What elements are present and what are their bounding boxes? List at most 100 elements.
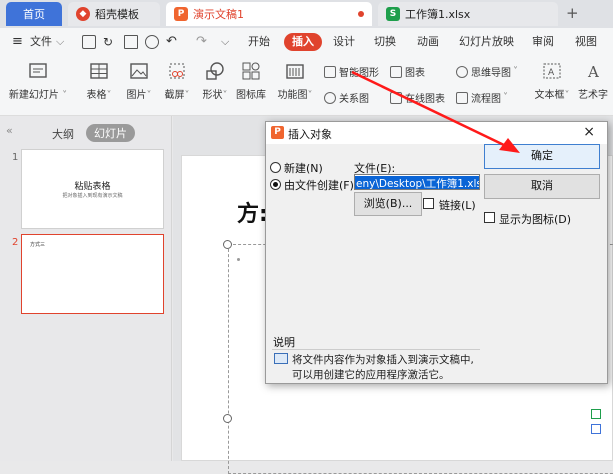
tab-outline[interactable]: 大纲 — [52, 126, 74, 142]
undo-history-icon[interactable]: ↻ — [103, 28, 113, 56]
svg-text:A: A — [587, 63, 599, 81]
smart-graphic-button[interactable]: 智能图形 — [324, 64, 379, 79]
smart-graphic-label: 智能图形 — [339, 68, 379, 79]
textbox-button[interactable]: A 文本框˅ — [532, 60, 572, 101]
menu-view[interactable]: 视图 — [575, 28, 597, 56]
art-text-button[interactable]: A 艺术字 — [578, 60, 613, 101]
mind-map-button[interactable]: 思维导图 ˅ — [456, 64, 518, 79]
picture-label: 图片 — [126, 90, 147, 101]
picture-button[interactable]: 图片˅ — [120, 60, 158, 101]
redo-icon[interactable]: ↷ — [196, 28, 207, 56]
close-icon[interactable]: × — [583, 124, 595, 140]
relation-chart-label: 关系图 — [339, 94, 369, 105]
file-menu-label: 文件 — [30, 35, 52, 48]
art-text-label: 艺术字 — [578, 90, 608, 101]
collapse-panel-icon[interactable]: « — [6, 124, 13, 137]
new-tab-plus-icon[interactable]: + — [566, 4, 579, 22]
textbox-label: 文本框 — [534, 90, 565, 101]
menu-insert[interactable]: 插入 — [284, 33, 322, 51]
customize-dropdown-icon[interactable]: ⌵ — [221, 28, 229, 56]
show-as-icon-checkbox[interactable] — [484, 212, 495, 223]
description-box: 将文件内容作为对象插入到演示文稿中, 可以用创建它的应用程序激活它。 — [272, 349, 480, 381]
chevron-down-icon: ˅ — [513, 66, 518, 77]
file-path-input[interactable]: eny\Desktop\工作簿1.xlsx — [354, 174, 480, 190]
new-slide-button[interactable]: 新建幻灯片 ˅ — [8, 60, 68, 101]
chevron-down-icon: ˅ — [222, 90, 228, 101]
table-button[interactable]: 表格˅ — [80, 60, 118, 101]
chevron-down-icon: ⌵ — [56, 35, 65, 48]
text-cursor-dot — [237, 258, 240, 261]
online-chart-label: 在线图表 — [405, 94, 445, 105]
side-picture-icon[interactable] — [591, 424, 601, 434]
chevron-down-icon: ˅ — [106, 90, 112, 101]
online-chart-button[interactable]: 在线图表 — [390, 90, 445, 105]
undo-icon[interactable]: ↶ — [166, 28, 177, 56]
spreadsheet-icon: S — [386, 7, 400, 21]
tab-slides[interactable]: 幻灯片 — [86, 124, 135, 142]
dialog-titlebar[interactable]: P 插入对象 × — [266, 122, 607, 144]
print-preview-icon[interactable] — [145, 35, 159, 49]
shape-button[interactable]: 形状˅ — [196, 60, 234, 101]
tab-docer-templates[interactable]: ◆ 稻壳模板 — [68, 2, 160, 26]
slide-thumbnail-1[interactable]: 粘贴表格 把对象插入到现有演示文稿 — [21, 149, 164, 229]
textbox-icon: A — [543, 63, 561, 79]
icon-library-icon — [242, 62, 260, 80]
chevron-down-icon: ˅ — [146, 90, 152, 101]
flowchart-icon — [456, 91, 468, 104]
chevron-down-icon: ˅ — [58, 90, 68, 101]
radio-create-from-file[interactable] — [270, 179, 281, 190]
chart-button[interactable]: 图表 — [390, 64, 425, 79]
link-label: 链接(L) — [439, 199, 476, 212]
dialog-title: 插入对象 — [288, 128, 332, 141]
function-chart-button[interactable]: 功能图˅ — [274, 60, 316, 101]
menu-home[interactable]: 开始 — [248, 28, 270, 56]
menu-animation[interactable]: 动画 — [417, 28, 439, 56]
docer-icon: ◆ — [76, 7, 90, 21]
link-checkbox[interactable] — [423, 198, 434, 209]
tab-bar: 首页 ◆ 稻壳模板 P 演示文稿1 S 工作簿1.xlsx + — [0, 0, 613, 28]
tab-docer-label: 稻壳模板 — [95, 8, 139, 21]
ok-button[interactable]: 确定 — [484, 144, 600, 169]
art-text-icon: A — [587, 63, 599, 81]
table-label: 表格 — [86, 90, 107, 101]
tab-home[interactable]: 首页 — [6, 2, 62, 26]
browse-button[interactable]: 浏览(B)... — [354, 192, 422, 216]
smart-graphic-icon — [324, 65, 336, 78]
menu-design[interactable]: 设计 — [333, 28, 355, 56]
file-path-value: eny\Desktop\工作簿1.xlsx — [355, 176, 479, 189]
tab-modified-dot-icon — [358, 11, 364, 17]
chevron-down-icon: ˅ — [307, 90, 313, 101]
relation-chart-button[interactable]: 关系图 — [324, 90, 369, 105]
new-slide-label: 新建幻灯片 — [8, 90, 59, 101]
tab-workbook1[interactable]: S 工作簿1.xlsx — [378, 2, 558, 26]
resize-handle[interactable] — [223, 414, 232, 423]
flowchart-label: 流程图 — [471, 94, 501, 105]
menu-transition[interactable]: 切换 — [374, 28, 396, 56]
hamburger-icon[interactable]: ≡ — [12, 28, 23, 56]
mind-map-label: 思维导图 — [471, 68, 511, 79]
screenshot-button[interactable]: 截屏˅ — [158, 60, 196, 101]
save-icon[interactable] — [82, 35, 96, 49]
show-as-icon-label: 显示为图标(D) — [499, 213, 572, 226]
menu-review[interactable]: 审阅 — [532, 28, 554, 56]
picture-icon — [130, 63, 148, 79]
radio-create-new-label: 新建(N) — [284, 162, 323, 175]
side-grid-icon[interactable] — [591, 409, 601, 419]
shape-label: 形状 — [202, 90, 223, 101]
icon-library-button[interactable]: 图标库 — [234, 60, 268, 101]
description-line-2: 可以用创建它的应用程序激活它。 — [292, 369, 450, 381]
file-menu[interactable]: 文件 ⌵ — [30, 28, 64, 56]
menu-slideshow[interactable]: 幻灯片放映 — [459, 28, 514, 56]
function-chart-label: 功能图 — [277, 90, 308, 101]
slide-thumbnail-2[interactable]: 方式三 — [21, 234, 164, 314]
resize-handle[interactable] — [223, 240, 232, 249]
flowchart-button[interactable]: 流程图 ˅ — [456, 90, 508, 105]
tab-workbook-label: 工作簿1.xlsx — [405, 8, 471, 21]
print-icon[interactable] — [124, 35, 138, 49]
chevron-down-icon: ˅ — [503, 92, 508, 103]
chevron-down-icon: ˅ — [564, 90, 570, 101]
radio-create-new[interactable] — [270, 162, 281, 173]
insert-object-dialog: P 插入对象 × 新建(N) 由文件创建(F) 文件(E): eny\Deskt… — [265, 121, 608, 384]
cancel-button[interactable]: 取消 — [484, 174, 600, 199]
tab-presentation1[interactable]: P 演示文稿1 — [166, 2, 372, 26]
